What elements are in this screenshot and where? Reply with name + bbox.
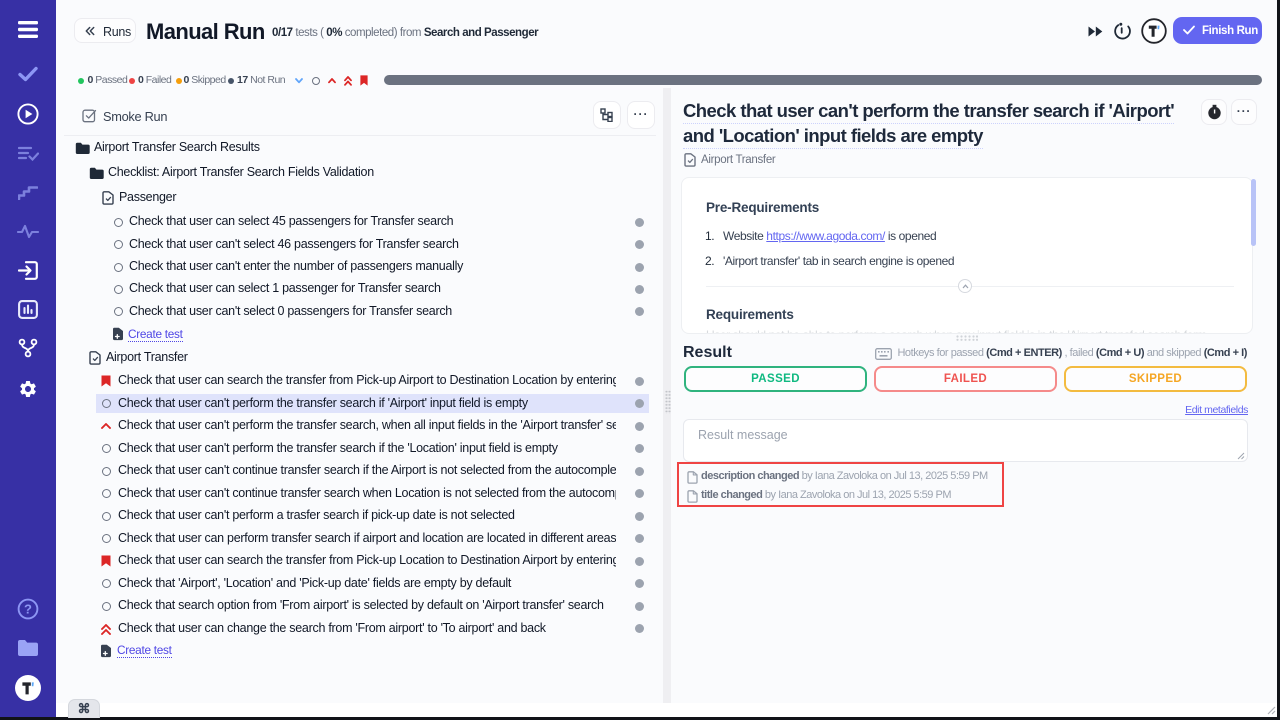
svg-text:?: ? <box>24 602 32 617</box>
